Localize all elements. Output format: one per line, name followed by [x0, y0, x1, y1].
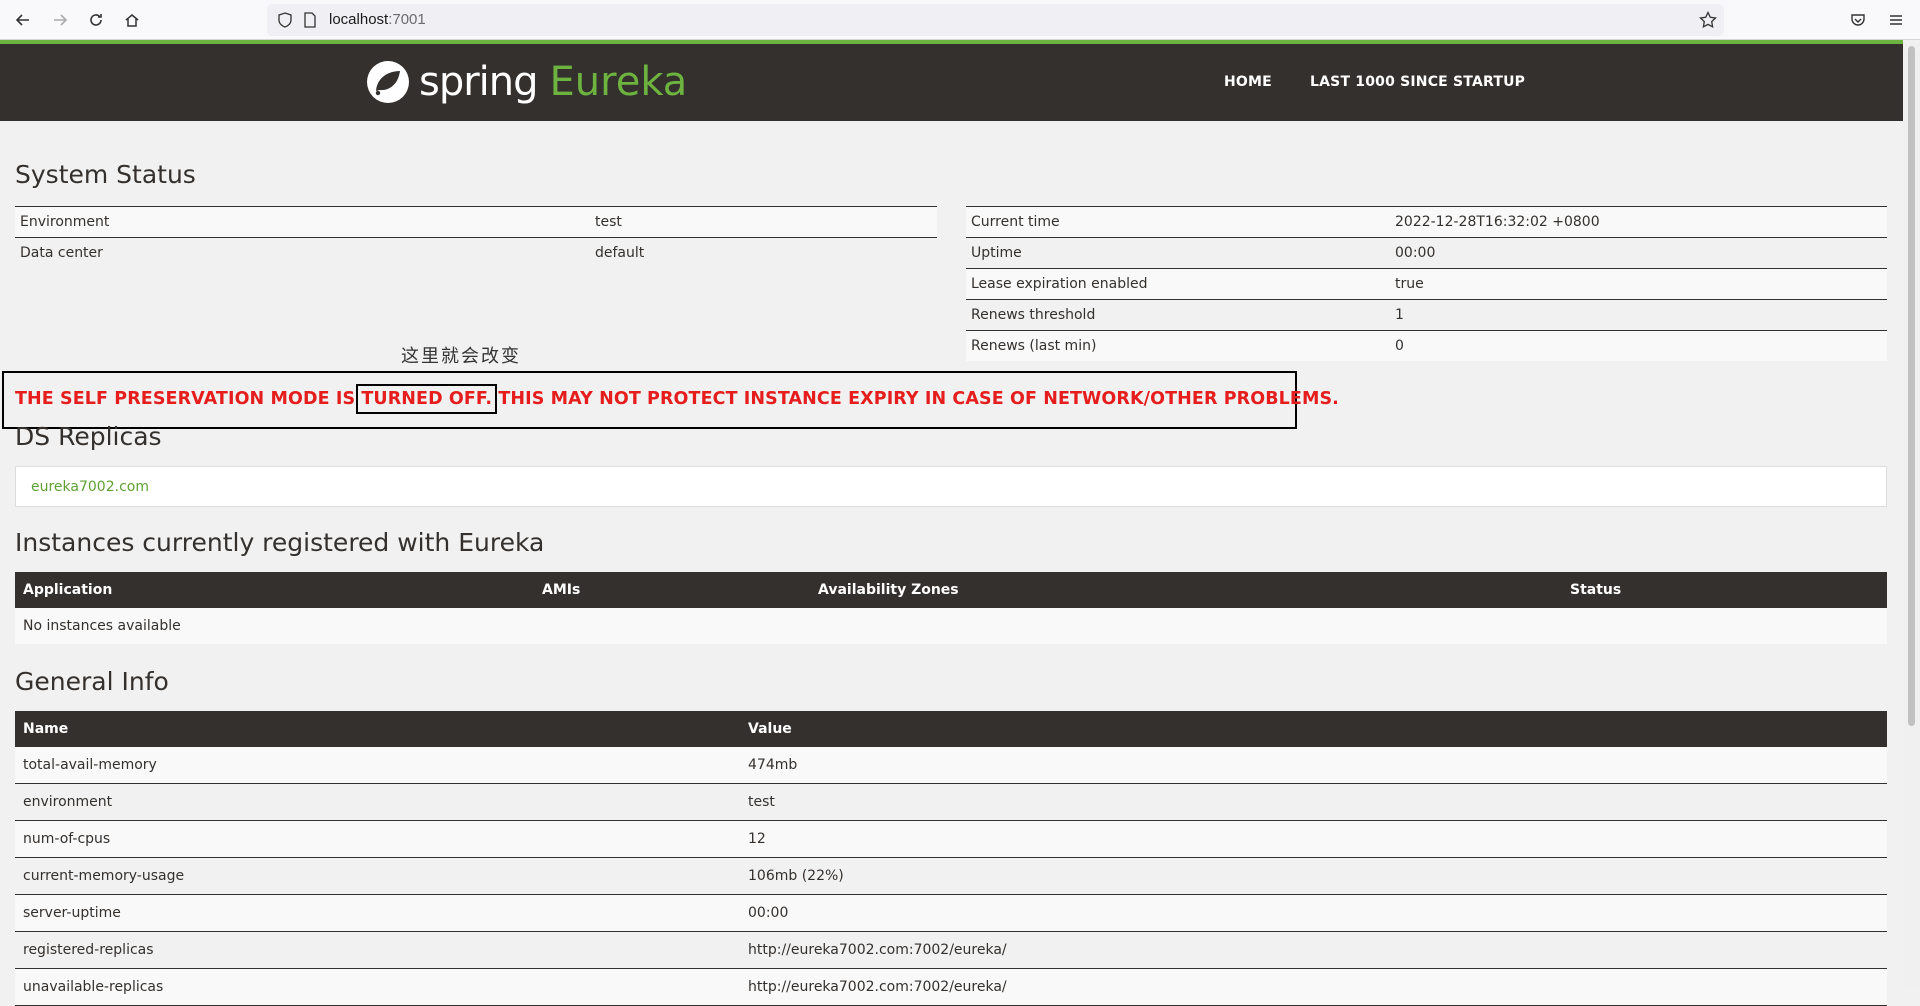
status-label: Data center [15, 237, 590, 268]
table-row: Current time 2022-12-28T16:32:02 +0800 [966, 206, 1887, 238]
nav-home-link[interactable]: HOME [1224, 74, 1272, 90]
column-header: Name [15, 711, 740, 747]
back-icon[interactable] [11, 8, 35, 32]
status-value: 0 [1390, 330, 1887, 361]
info-name: current-memory-usage [15, 857, 740, 895]
warning-highlight: TURNED OFF. [356, 384, 498, 414]
system-status-right-table: Current time 2022-12-28T16:32:02 +0800 U… [966, 206, 1887, 361]
status-label: Uptime [966, 237, 1390, 269]
page-icon[interactable] [303, 12, 317, 33]
column-header: Status [1562, 572, 1887, 608]
self-preservation-warning: THE SELF PRESERVATION MODE IS TURNED OFF… [15, 384, 1339, 414]
table-row: server-uptime 00:00 [15, 894, 1887, 932]
status-value: 1 [1390, 299, 1887, 331]
table-row: total-avail-memory 474mb [15, 747, 1887, 784]
warning-text-after: THIS MAY NOT PROTECT INSTANCE EXPIRY IN … [492, 389, 1339, 409]
status-label: Environment [15, 206, 590, 238]
info-name: registered-replicas [15, 931, 740, 969]
logo-spring-text: spring [419, 59, 539, 105]
table-header-row: Name Value [15, 711, 1887, 747]
spring-eureka-logo[interactable]: spring Eureka [365, 54, 687, 110]
column-header: Application [15, 572, 534, 608]
table-row: Lease expiration enabled true [966, 268, 1887, 300]
warning-text-before: THE SELF PRESERVATION MODE IS [15, 389, 362, 409]
forward-icon[interactable] [48, 8, 72, 32]
table-row: num-of-cpus 12 [15, 820, 1887, 858]
table-row: Uptime 00:00 [966, 237, 1887, 269]
spring-leaf-icon [367, 61, 409, 103]
status-value: 2022-12-28T16:32:02 +0800 [1390, 206, 1887, 238]
info-name: server-uptime [15, 894, 740, 932]
nav-last1000-link[interactable]: LAST 1000 SINCE STARTUP [1310, 74, 1525, 90]
column-header: Availability Zones [810, 572, 1562, 608]
instances-table: Application AMIs Availability Zones Stat… [15, 572, 1887, 644]
table-row: registered-replicas http://eureka7002.co… [15, 931, 1887, 969]
page-scrollbar[interactable] [1903, 40, 1920, 989]
scrollbar-thumb[interactable] [1908, 46, 1915, 726]
status-value: test [590, 206, 937, 238]
system-status-title: System Status [15, 160, 196, 189]
eureka-navbar: spring Eureka HOME LAST 1000 SINCE START… [0, 44, 1903, 121]
info-name: num-of-cpus [15, 820, 740, 858]
ds-replicas-title: DS Replicas [15, 422, 162, 451]
table-row: unavailable-replicas http://eureka7002.c… [15, 968, 1887, 1006]
table-row: Environment test [15, 206, 937, 238]
status-value: default [590, 237, 937, 268]
info-name: total-avail-memory [15, 747, 740, 784]
info-name: environment [15, 783, 740, 821]
column-header: AMIs [534, 572, 810, 608]
empty-instances-message: No instances available [15, 608, 1887, 644]
table-row: environment test [15, 783, 1887, 821]
status-label: Lease expiration enabled [966, 268, 1390, 300]
info-value: 12 [740, 820, 1887, 858]
status-label: Renews threshold [966, 299, 1390, 331]
system-status-left-table: Environment test Data center default [15, 206, 937, 268]
info-value: http://eureka7002.com:7002/eureka/ [740, 968, 1887, 1006]
info-value: test [740, 783, 1887, 821]
browser-toolbar: localhost:7001 [0, 0, 1920, 40]
status-label: Renews (last min) [966, 330, 1390, 361]
shield-icon[interactable] [277, 12, 293, 33]
home-icon[interactable] [120, 8, 144, 32]
table-row: Data center default [15, 237, 937, 268]
general-info-title: General Info [15, 667, 169, 696]
column-header: Value [740, 711, 1887, 747]
info-value: http://eureka7002.com:7002/eureka/ [740, 931, 1887, 969]
info-value: 106mb (22%) [740, 857, 1887, 895]
reload-icon[interactable] [84, 8, 108, 32]
ds-replicas-list: eureka7002.com [15, 466, 1887, 507]
info-value: 474mb [740, 747, 1887, 784]
url-text[interactable]: localhost:7001 [329, 11, 426, 28]
table-row: current-memory-usage 106mb (22%) [15, 857, 1887, 895]
info-name: unavailable-replicas [15, 968, 740, 1006]
annotation-note: 这里就会改变 [401, 346, 521, 367]
table-row: Renews (last min) 0 [966, 330, 1887, 361]
url-bar[interactable]: localhost:7001 [267, 4, 1724, 36]
status-value: 00:00 [1390, 237, 1887, 269]
replica-link[interactable]: eureka7002.com [31, 479, 149, 495]
menu-icon[interactable] [1884, 8, 1908, 32]
instances-title: Instances currently registered with Eure… [15, 528, 545, 557]
logo-eureka-text: Eureka [549, 59, 688, 105]
status-label: Current time [966, 206, 1390, 238]
table-row: No instances available [15, 608, 1887, 644]
status-value: true [1390, 268, 1887, 300]
table-header-row: Application AMIs Availability Zones Stat… [15, 572, 1887, 608]
bookmark-star-icon[interactable] [1699, 10, 1717, 34]
pocket-icon[interactable] [1846, 8, 1870, 32]
general-info-table: Name Value total-avail-memory 474mb envi… [15, 711, 1887, 1006]
info-value: 00:00 [740, 894, 1887, 932]
table-row: Renews threshold 1 [966, 299, 1887, 331]
